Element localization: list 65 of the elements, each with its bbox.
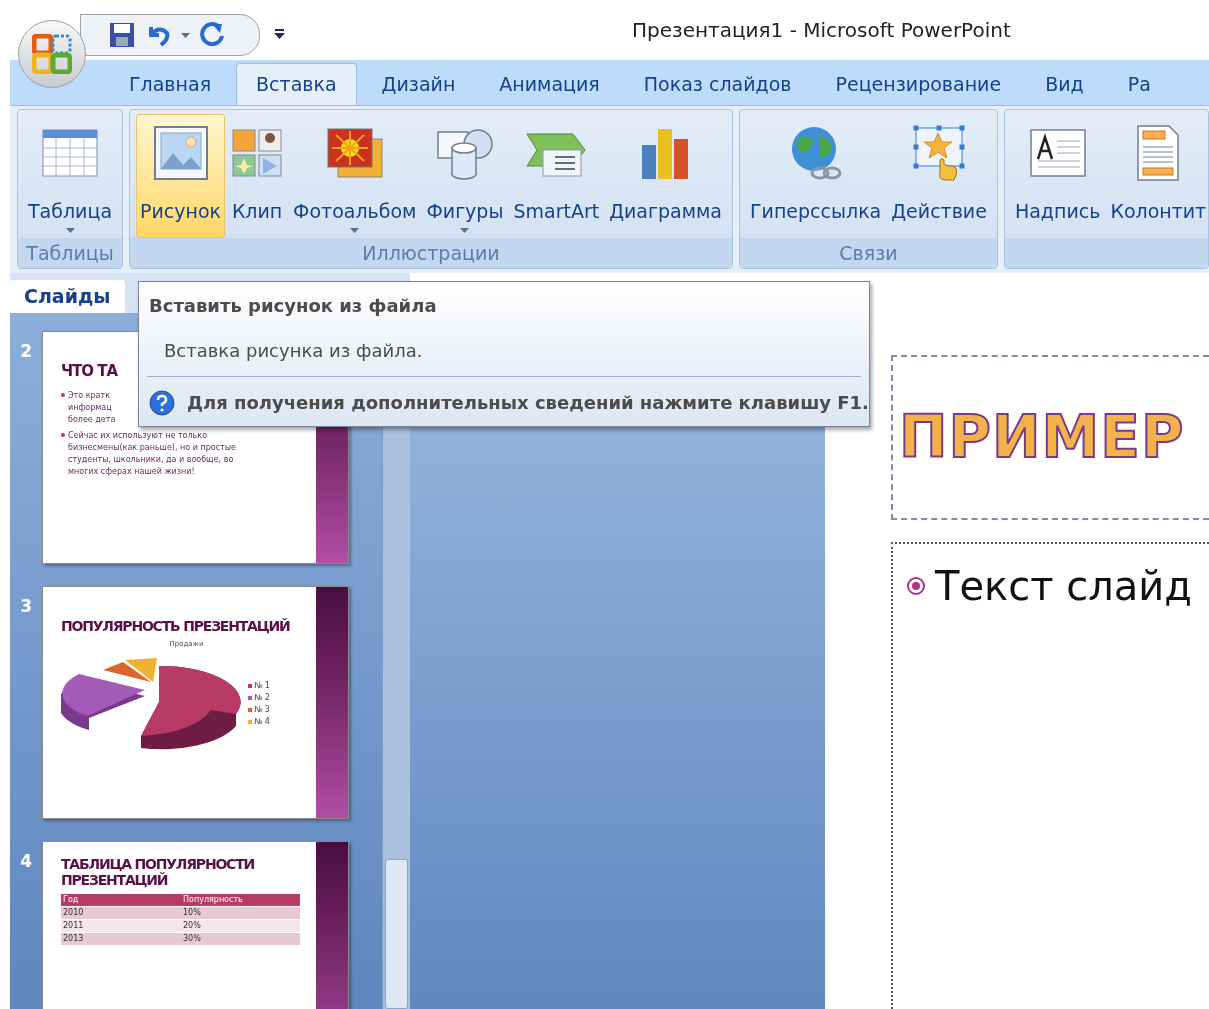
table-cell-text: 10% [182,907,202,919]
legend-label: № 2 [254,692,270,703]
ribbon-button[interactable]: Фотоальбом [289,114,421,238]
header-footer-icon [1137,125,1180,181]
table-icon [42,129,98,177]
office-logo-icon [32,34,72,74]
ribbon-button[interactable]: Клип [227,114,288,238]
slides-tab[interactable]: Слайды [10,280,125,313]
star-with-hand-icon [912,124,967,182]
tooltip-title: Вставить рисунок из файла [149,294,438,318]
bullet-icon [907,577,925,595]
redo-icon[interactable] [200,22,226,48]
ribbon-tab[interactable]: Показ слайдов [624,63,811,105]
clip-art-icon [231,128,284,178]
scrollbar-thumb[interactable] [385,859,408,1009]
table-cell-text: 2011 [62,920,85,932]
table-cell-text: 30% [182,933,202,945]
bullet-text: Это кратк информац более дета [68,390,116,426]
slide-title: ЧТО ТА [61,362,119,380]
slide-number: 2 [19,340,32,363]
slide-thumbnail[interactable]: ТАБЛИЦА ПОПУЛЯРНОСТИ ПРЕЗЕНТАЦИЙ Год Популярность 2010 10% 2011 20% 2013 30% [42,841,349,1009]
window-title: Презентация1 - Microsoft PowerPoint [632,17,1011,44]
landscape-picture-icon [152,125,209,181]
ribbon-button[interactable]: Фигуры [422,114,508,238]
ribbon-tab[interactable]: Ра [1108,63,1170,105]
ribbon-button[interactable]: Рисунок [136,114,226,238]
slide-title: ПРИМЕР [899,402,1185,473]
table-header-cell-text: Год [62,894,80,906]
shapes-icon [435,126,494,180]
ribbon-tab[interactable]: Рецензирование [816,63,1021,105]
ribbon-tab[interactable]: Вид [1026,63,1103,105]
photo-album-icon [325,127,384,179]
customize-toolbar-icon[interactable] [274,28,285,40]
table-header-cell-text: Популярность [182,894,244,906]
ribbon-button[interactable]: Надпись [1010,114,1105,238]
group-label: Связи [839,240,898,266]
legend-label: № 3 [254,704,270,715]
slide-title: ПОПУЛЯРНОСТЬ ПРЕЗЕНТАЦИЙ [61,617,291,635]
body-placeholder[interactable]: Текст слайд [891,542,1209,1009]
ribbon-button[interactable]: Действие [887,114,991,238]
save-icon[interactable] [109,22,135,48]
text-box-icon [1029,129,1086,177]
ribbon-tab[interactable]: Главная [110,63,231,105]
body-text: Текст слайд [935,562,1192,611]
bullet-text: Сейчас их используют не только бизнесмены(как раньше), но и простые студенты, школьники, да и вообще, во многих сферах нашей жизни! [68,430,236,478]
ribbon-tab[interactable]: Дизайн [362,63,475,105]
group-label: Таблицы [26,240,114,266]
ribbon-tab[interactable]: Анимация [480,63,619,105]
dropdown-caret-icon [181,32,190,38]
slide-number: 4 [19,850,32,873]
table-cell-text: 20% [182,920,202,932]
slide-number: 3 [19,595,32,618]
legend-label: № 1 [254,680,270,691]
ribbon-button[interactable]: SmartArt [509,114,604,238]
ribbon-button[interactable]: Колонтит [1106,114,1208,238]
group-label: Иллюстрации [362,240,500,266]
ribbon-tab[interactable]: Вставка [236,63,357,105]
ribbon-button[interactable]: Таблица [24,114,117,238]
ribbon-button[interactable]: Диаграмма [605,114,726,238]
table-cell-text: 2010 [62,907,85,919]
ribbon-button[interactable]: Гиперссылка [746,114,886,238]
table-cell-text: 2013 [62,933,85,945]
help-icon [149,389,175,416]
slide-title: ТАБЛИЦА ПОПУЛЯРНОСТИ ПРЕЗЕНТАЦИЙ [61,856,256,888]
legend-label: № 4 [254,716,270,727]
